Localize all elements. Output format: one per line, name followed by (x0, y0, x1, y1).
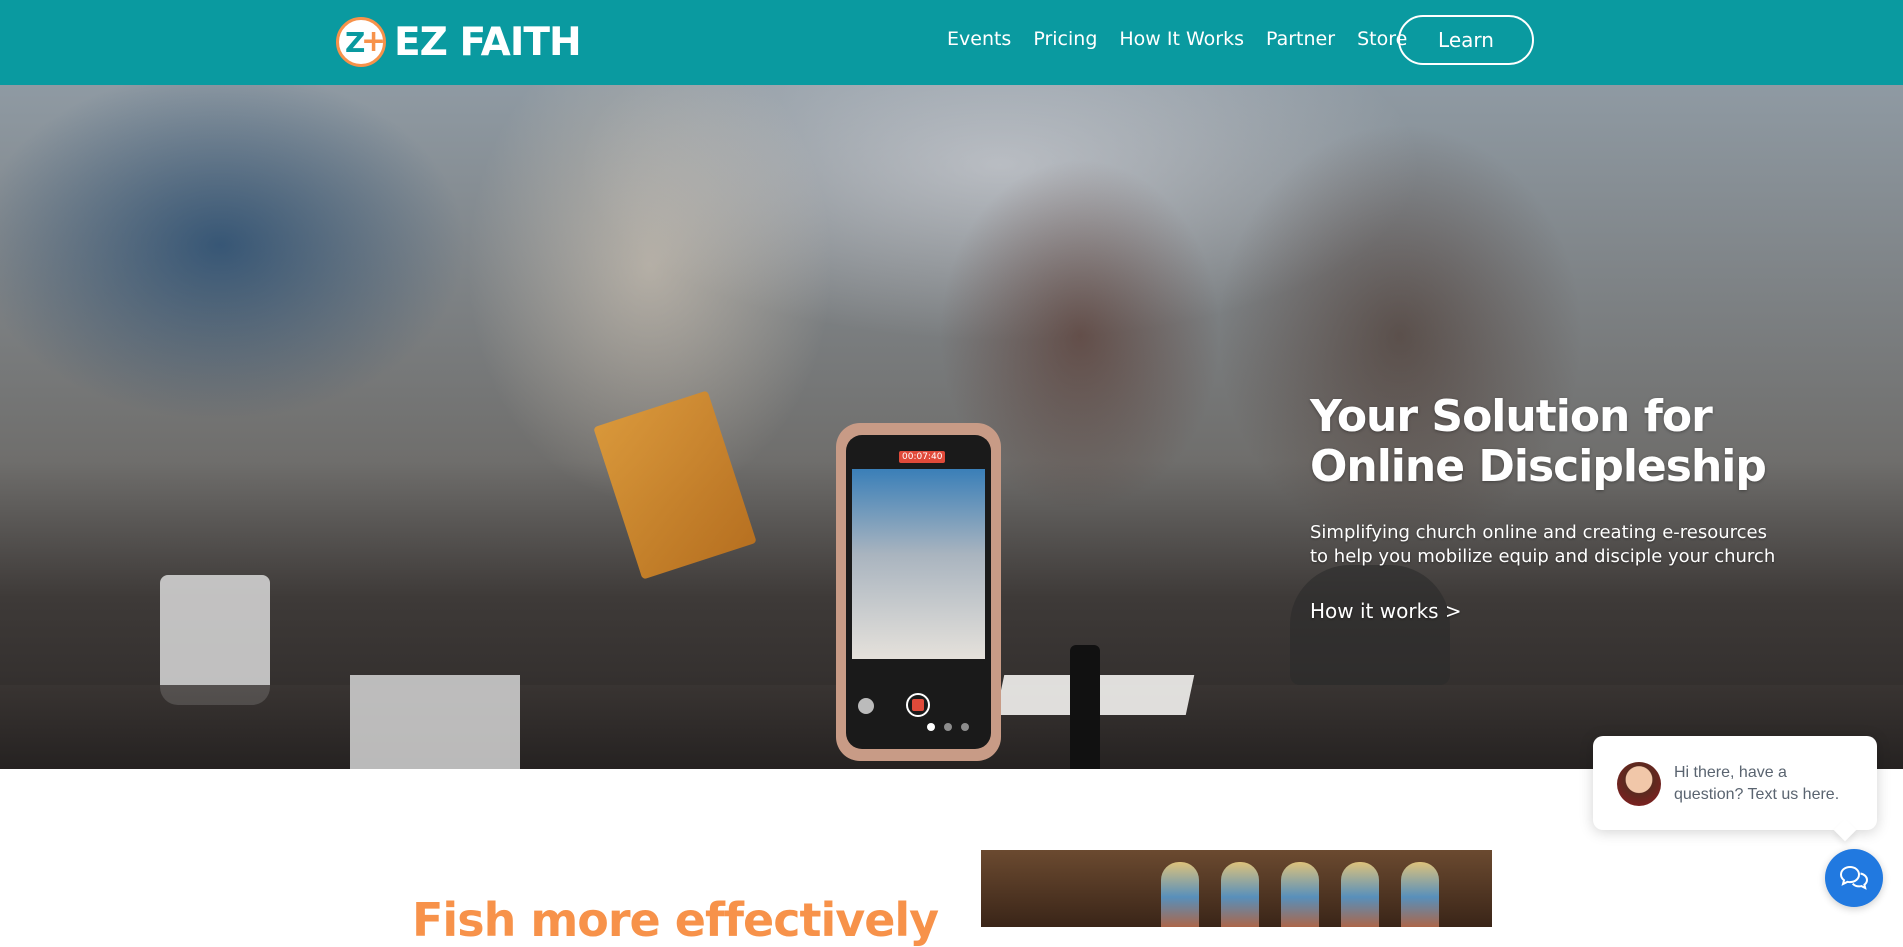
church-interior-image (981, 850, 1492, 927)
chat-greeting-line2: question? Text us here. (1674, 786, 1840, 803)
how-it-works-link[interactable]: How it works > (1310, 599, 1462, 623)
hero-photo-headphones (1290, 565, 1450, 685)
hero-title: Your Solution for Online Discipleship (1310, 391, 1767, 492)
learn-button[interactable]: Learn (1398, 15, 1534, 65)
section-heading: Fish more effectively (412, 893, 939, 947)
chat-agent-avatar (1617, 762, 1661, 806)
phone-record-icon (906, 693, 930, 717)
phone-camera-view (852, 469, 985, 659)
chat-greeting-line1: Hi there, have a (1674, 764, 1787, 781)
hero-subtitle: Simplifying church online and creating e… (1310, 521, 1775, 569)
hero-banner: 00:07:40 Your Solution for Online Discip… (0, 85, 1903, 769)
phone-gallery-thumb (858, 698, 874, 714)
chat-launcher-button[interactable] (1825, 849, 1883, 907)
hero-subtitle-line1: Simplifying church online and creating e… (1310, 522, 1767, 543)
brand-logo[interactable]: Z + EZ FAITH (336, 15, 582, 69)
nav-item-events[interactable]: Events (947, 28, 1011, 50)
hero-title-line2: Online Discipleship (1310, 441, 1767, 492)
carousel-dot-3[interactable] (961, 723, 969, 731)
carousel-dot-1[interactable] (927, 723, 935, 731)
nav-item-partner[interactable]: Partner (1266, 28, 1335, 50)
carousel-dots (927, 723, 969, 731)
brand-name: EZ FAITH (394, 19, 582, 65)
stained-glass-window (1221, 862, 1259, 927)
nav-item-how-it-works[interactable]: How It Works (1119, 28, 1244, 50)
chat-greeting-bubble[interactable]: Hi there, have a question? Text us here. (1593, 736, 1877, 830)
hero-photo-phone-stand (1070, 645, 1100, 769)
ez-faith-logo-icon: Z + (336, 17, 386, 67)
site-header: Z + EZ FAITH Events Pricing How It Works … (0, 0, 1903, 85)
hero-title-line1: Your Solution for (1310, 391, 1713, 442)
hero-subtitle-line2: to help you mobilize equip and disciple … (1310, 546, 1776, 567)
chat-bubbles-icon (1839, 865, 1869, 890)
stained-glass-window (1401, 862, 1439, 927)
stained-glass-window (1341, 862, 1379, 927)
hero-photo-phone: 00:07:40 (836, 423, 1001, 761)
phone-record-timer: 00:07:40 (899, 451, 946, 463)
chat-greeting-text: Hi there, have a question? Text us here. (1674, 762, 1839, 806)
phone-screen: 00:07:40 (846, 435, 991, 749)
hero-photo-book (593, 390, 757, 580)
hero-photo-pencil-cup (350, 675, 520, 769)
stained-glass-window (1161, 862, 1199, 927)
main-nav: Events Pricing How It Works Partner Stor… (947, 28, 1407, 50)
carousel-dot-2[interactable] (944, 723, 952, 731)
nav-item-pricing[interactable]: Pricing (1033, 28, 1097, 50)
stained-glass-window (1281, 862, 1319, 927)
